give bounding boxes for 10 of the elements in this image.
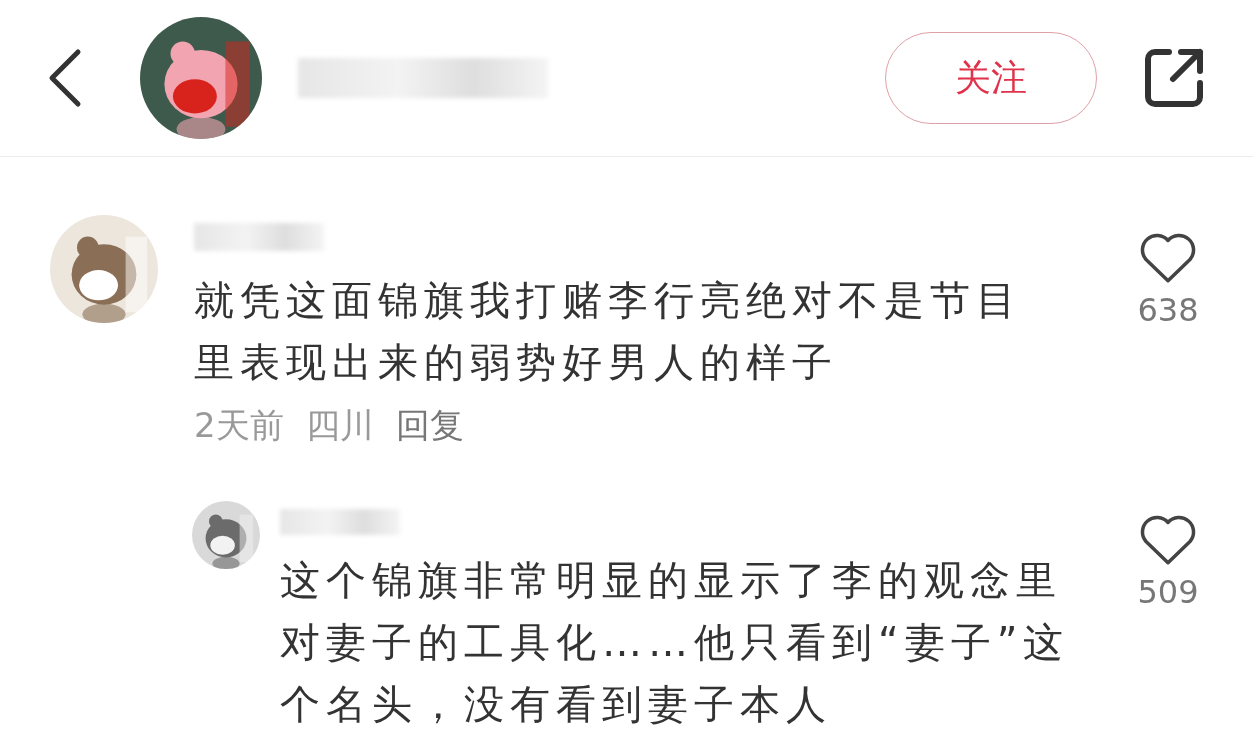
comment-text: 这个锦旗非常明显的显示了李的观念里对妻子的工具化……他只看到“妻子”这个名头，没有看到妻子本人 bbox=[280, 556, 1071, 729]
like-count: 638 bbox=[1137, 291, 1199, 329]
comment-time: 2天前 bbox=[194, 404, 284, 447]
reply-link[interactable]: 回复 bbox=[395, 403, 464, 449]
comment-location: 四川 bbox=[305, 404, 374, 447]
like-count: 509 bbox=[1137, 573, 1199, 611]
follow-button[interactable]: 关注 bbox=[885, 32, 1097, 124]
comment-text: 就凭这面锦旗我打赌李行亮绝对不是节目里表现出来的弱势好男人的样子 bbox=[194, 276, 1023, 387]
share-icon[interactable] bbox=[1143, 47, 1205, 109]
back-icon[interactable] bbox=[48, 48, 82, 108]
